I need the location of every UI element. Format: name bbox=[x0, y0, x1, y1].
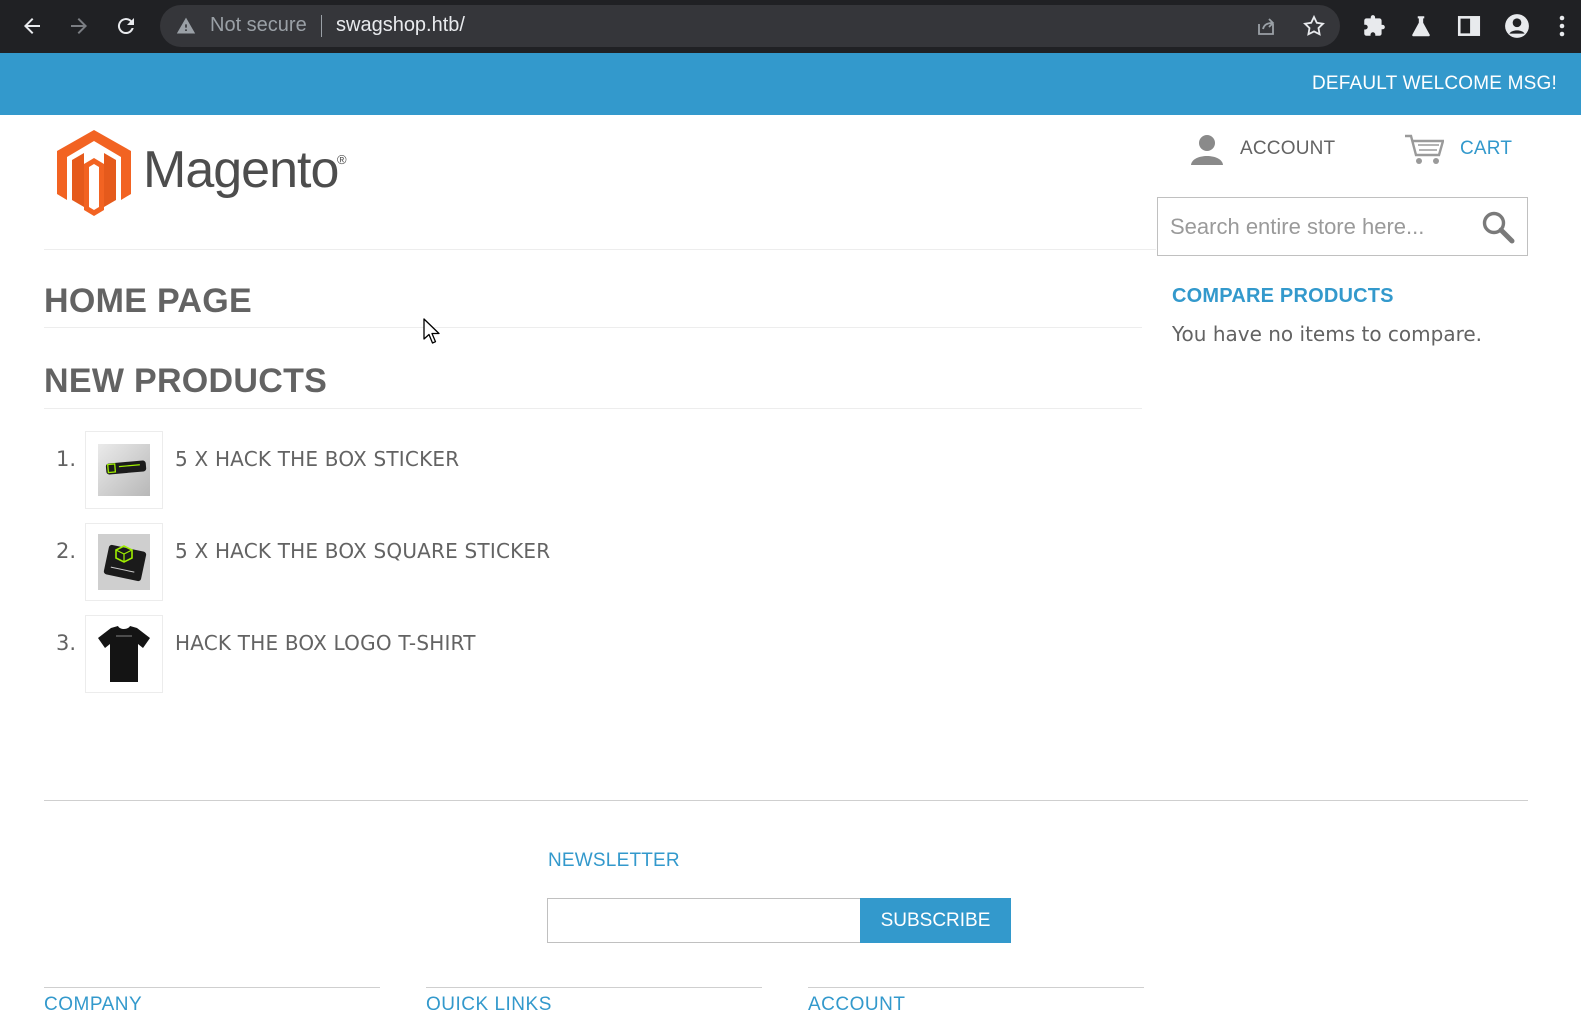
section-title-divider bbox=[44, 408, 1142, 409]
product-thumbnail[interactable] bbox=[85, 615, 163, 693]
divider bbox=[321, 15, 322, 37]
footer-divider bbox=[44, 800, 1528, 801]
header-divider bbox=[44, 249, 1156, 250]
footer-column-divider bbox=[44, 987, 380, 988]
reload-icon[interactable] bbox=[108, 8, 144, 44]
forward-icon[interactable] bbox=[61, 8, 97, 44]
account-link[interactable]: ACCOUNT bbox=[1190, 133, 1335, 165]
subscribe-button[interactable]: SUBSCRIBE bbox=[860, 898, 1011, 943]
back-icon[interactable] bbox=[14, 8, 50, 44]
browser-toolbar: Not secure swagshop.htb/ bbox=[0, 0, 1581, 53]
product-name-link[interactable]: HACK THE BOX LOGO T-SHIRT bbox=[175, 631, 476, 655]
labs-flask-icon[interactable] bbox=[1408, 13, 1434, 39]
welcome-bar: DEFAULT WELCOME MSG! bbox=[0, 53, 1581, 115]
page-title-divider bbox=[44, 327, 1142, 328]
page-title: HOME PAGE bbox=[44, 282, 252, 320]
product-name-link[interactable]: 5 X HACK THE BOX STICKER bbox=[175, 447, 459, 471]
product-number: 2. bbox=[56, 539, 77, 563]
logo-registered-mark: ® bbox=[337, 152, 347, 167]
newsletter-title: NEWSLETTER bbox=[548, 850, 680, 871]
product-name-link[interactable]: 5 X HACK THE BOX SQUARE STICKER bbox=[175, 539, 550, 563]
logo-wordmark: Magento bbox=[143, 141, 339, 199]
search-icon[interactable] bbox=[1481, 210, 1515, 244]
address-bar[interactable]: Not secure swagshop.htb/ bbox=[160, 5, 1340, 47]
security-status[interactable]: Not secure bbox=[210, 14, 307, 37]
newsletter-email-input[interactable] bbox=[547, 898, 861, 943]
compare-products-title[interactable]: COMPARE PRODUCTS bbox=[1172, 285, 1394, 308]
store-logo[interactable]: Magento ® bbox=[57, 130, 357, 216]
search-input[interactable] bbox=[1170, 210, 1470, 244]
product-thumbnail[interactable] bbox=[85, 431, 163, 509]
extensions-icon[interactable] bbox=[1361, 13, 1387, 39]
compare-empty-text: You have no items to compare. bbox=[1172, 322, 1483, 346]
account-icon bbox=[1191, 135, 1223, 165]
product-thumbnail[interactable] bbox=[85, 523, 163, 601]
product-number: 3. bbox=[56, 631, 77, 655]
footer-account-title: ACCOUNT bbox=[808, 994, 906, 1010]
side-panel-icon[interactable] bbox=[1456, 13, 1482, 39]
mouse-cursor-icon bbox=[423, 318, 440, 344]
footer-column-divider bbox=[808, 987, 1144, 988]
account-label: ACCOUNT bbox=[1240, 138, 1336, 159]
magento-logo-icon bbox=[57, 130, 131, 216]
product-item: 2. 5 X HACK THE BOX SQUARE STICKER bbox=[56, 523, 756, 601]
search-form bbox=[1157, 197, 1528, 256]
cart-label: CART bbox=[1460, 138, 1513, 159]
warning-icon bbox=[176, 16, 196, 41]
footer-company-title: COMPANY bbox=[44, 994, 143, 1010]
profile-icon[interactable] bbox=[1504, 13, 1530, 39]
bookmark-star-icon[interactable] bbox=[1302, 14, 1326, 38]
menu-kebab-icon[interactable] bbox=[1556, 13, 1568, 39]
product-number: 1. bbox=[56, 447, 77, 471]
product-item: 1. 5 X HACK THE BOX STICKER bbox=[56, 431, 756, 509]
share-icon[interactable] bbox=[1254, 14, 1278, 38]
footer-quick-links-title: QUICK LINKS bbox=[426, 994, 552, 1010]
welcome-message: DEFAULT WELCOME MSG! bbox=[1311, 73, 1557, 94]
url-text[interactable]: swagshop.htb/ bbox=[336, 14, 465, 37]
product-item: 3. HACK THE BOX LOGO T-SHIRT bbox=[56, 615, 756, 693]
cart-icon bbox=[1405, 134, 1444, 164]
new-products-title: NEW PRODUCTS bbox=[44, 362, 328, 400]
footer-column-divider bbox=[426, 987, 762, 988]
cart-link[interactable]: CART bbox=[1404, 133, 1512, 165]
